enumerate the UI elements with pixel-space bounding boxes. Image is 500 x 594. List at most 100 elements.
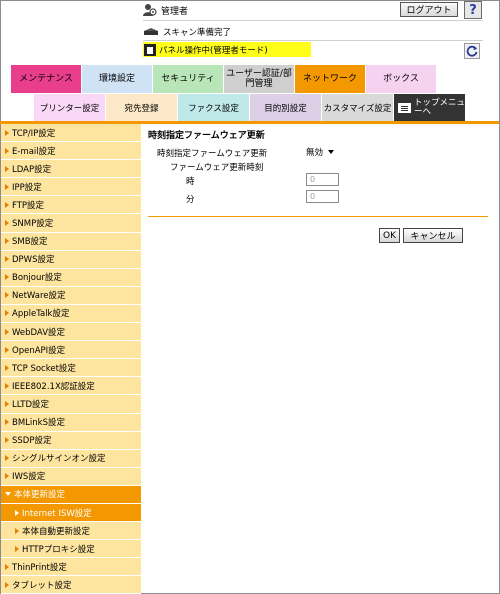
sidebar-item-email[interactable]: E-mail設定 — [1, 142, 141, 161]
sidebar-item-device-update[interactable]: 本体更新設定 — [1, 485, 141, 504]
sidebar-item-label: AppleTalk設定 — [12, 309, 70, 320]
user-label: 管理者 — [161, 6, 189, 17]
arrow-right-icon — [5, 274, 9, 281]
subtab-fax[interactable]: ファクス設定 — [178, 94, 250, 121]
sidebar-subitem-http-proxy[interactable]: HTTPプロキシ設定 — [1, 540, 141, 559]
sidebar-item-bmlinks[interactable]: BMLinkS設定 — [1, 414, 141, 432]
refresh-button[interactable] — [464, 43, 480, 59]
user-row: 管理者 — [143, 2, 188, 18]
sidebar-item-openapi[interactable]: OpenAPI設定 — [1, 341, 141, 360]
sidebar-item-tcp-socket[interactable]: TCP Socket設定 — [1, 359, 141, 378]
sidebar-item-bonjour[interactable]: Bonjour設定 — [1, 269, 141, 287]
arrow-right-icon — [5, 310, 9, 317]
status-row: スキャン準備完了 — [143, 25, 231, 39]
sidebar-item-dpws[interactable]: DPWS設定 — [1, 251, 141, 269]
arrow-right-icon — [5, 581, 9, 588]
arrow-right-icon — [5, 328, 9, 335]
arrow-right-icon — [5, 292, 9, 299]
arrow-right-icon — [5, 346, 9, 353]
sidebar-subitem-label: Internet ISW設定 — [22, 508, 92, 519]
main-tabs: メンテナンス 環境設定 セキュリティ ユーザー認証/部門管理 ネットワーク ボッ… — [11, 65, 437, 93]
sidebar-item-label: WebDAV設定 — [12, 327, 66, 338]
status-divider — [143, 40, 483, 41]
sidebar-item-label: IPP設定 — [12, 182, 42, 193]
hour-input[interactable]: 0 — [306, 173, 339, 186]
cancel-button[interactable]: キャンセル — [403, 228, 463, 243]
sidebar-item-snmp[interactable]: SNMP設定 — [1, 214, 141, 233]
sidebar-subitem-auto-update[interactable]: 本体自動更新設定 — [1, 522, 141, 541]
sidebar-item-label: TCP/IP設定 — [12, 128, 56, 139]
sidebar-subitem-label: 本体自動更新設定 — [22, 526, 91, 537]
sidebar-item-label: IEEE802.1X認証設定 — [12, 381, 95, 392]
hour-label: 時 — [186, 177, 195, 187]
arrow-right-icon — [5, 220, 9, 227]
tab-maintenance[interactable]: メンテナンス — [11, 65, 82, 93]
subtab-printer[interactable]: プリンター設定 — [34, 94, 106, 121]
sidebar-item-webdav[interactable]: WebDAV設定 — [1, 323, 141, 342]
arrow-right-icon — [5, 563, 9, 570]
sidebar-item-netware[interactable]: NetWare設定 — [1, 287, 141, 305]
sidebar-item-ldap[interactable]: LDAP設定 — [1, 160, 141, 179]
tab-environment[interactable]: 環境設定 — [82, 65, 153, 93]
update-time-label: ファームウェア更新時刻 — [170, 163, 264, 173]
sidebar-item-ftp[interactable]: FTP設定 — [1, 196, 141, 215]
tab-user-auth[interactable]: ユーザー認証/部門管理 — [224, 65, 295, 93]
top-menu-label: トップメニューへ — [414, 97, 466, 117]
sidebar-subitem-internet-isw[interactable]: Internet ISW設定 — [1, 503, 141, 523]
sidebar-item-thinprint[interactable]: ThinPrint設定 — [1, 558, 141, 577]
sidebar-item-label: E-mail設定 — [12, 146, 56, 157]
sidebar-item-label: SSDP設定 — [12, 436, 52, 447]
refresh-icon — [466, 45, 478, 57]
arrow-right-icon — [5, 165, 9, 172]
sidebar-item-label: ThinPrint設定 — [12, 562, 67, 573]
arrow-right-icon — [5, 201, 9, 208]
sidebar-item-lltd[interactable]: LLTD設定 — [1, 395, 141, 414]
arrow-right-icon — [5, 256, 9, 263]
sidebar-item-appletalk[interactable]: AppleTalk設定 — [1, 305, 141, 324]
logout-button[interactable]: ログアウト — [400, 2, 458, 17]
sidebar-item-label: NetWare設定 — [12, 291, 66, 302]
sidebar-item-label: OpenAPI設定 — [12, 345, 66, 356]
sidebar-item-label: TCP Socket設定 — [12, 363, 76, 374]
sidebar-item-label: FTP設定 — [12, 200, 45, 211]
sidebar-item-smb[interactable]: SMB設定 — [1, 233, 141, 251]
subtab-customize[interactable]: カスタマイズ設定 — [322, 94, 394, 121]
sidebar-item-ieee8021x[interactable]: IEEE802.1X認証設定 — [1, 377, 141, 396]
header-divider — [143, 20, 483, 21]
sidebar-item-label: タブレット設定 — [12, 580, 72, 591]
sidebar-item-iws[interactable]: IWS設定 — [1, 468, 141, 486]
top-menu-button[interactable]: トップメニューへ — [394, 94, 466, 121]
panel-status-text: パネル操作中(管理者モード) — [159, 45, 268, 56]
sidebar-item-label: IWS設定 — [12, 472, 46, 483]
arrow-right-icon — [5, 183, 9, 190]
minute-input[interactable]: 0 — [306, 190, 339, 203]
tab-security[interactable]: セキュリティ — [153, 65, 224, 93]
subtab-purpose[interactable]: 目的別設定 — [250, 94, 322, 121]
sidebar: TCP/IP設定 E-mail設定 LDAP設定 IPP設定 FTP設定 SNM… — [1, 124, 141, 594]
status-text: スキャン準備完了 — [163, 28, 232, 38]
tab-network[interactable]: ネットワーク — [295, 65, 366, 93]
minute-label: 分 — [186, 195, 195, 205]
panel-lock-icon — [144, 43, 156, 56]
sidebar-item-label: DPWS設定 — [12, 255, 55, 266]
sidebar-item-label: LDAP設定 — [12, 164, 52, 175]
sidebar-item-label: 本体更新設定 — [14, 490, 66, 501]
subtab-address[interactable]: 宛先登録 — [106, 94, 178, 121]
arrow-right-icon — [5, 437, 9, 444]
sidebar-subitem-label: HTTPプロキシ設定 — [22, 544, 95, 555]
sidebar-item-tcpip[interactable]: TCP/IP設定 — [1, 124, 141, 143]
arrow-right-icon — [5, 129, 9, 136]
ok-button[interactable]: OK — [379, 228, 400, 243]
sidebar-item-ipp[interactable]: IPP設定 — [1, 178, 141, 197]
sidebar-item-label: BMLinkS設定 — [12, 418, 65, 429]
sidebar-item-ssdp[interactable]: SSDP設定 — [1, 432, 141, 450]
scheduled-update-select[interactable]: 無効 — [306, 145, 342, 158]
sidebar-item-label: SMB設定 — [12, 237, 48, 248]
sidebar-item-label: LLTD設定 — [12, 399, 50, 410]
sidebar-item-label: Bonjour設定 — [12, 273, 62, 284]
arrow-right-icon — [15, 527, 19, 534]
tab-box[interactable]: ボックス — [366, 65, 437, 93]
help-button[interactable]: ? — [464, 1, 482, 19]
sidebar-item-tablet[interactable]: タブレット設定 — [1, 576, 141, 594]
sidebar-item-single-sign-on[interactable]: シングルサインオン設定 — [1, 450, 141, 468]
